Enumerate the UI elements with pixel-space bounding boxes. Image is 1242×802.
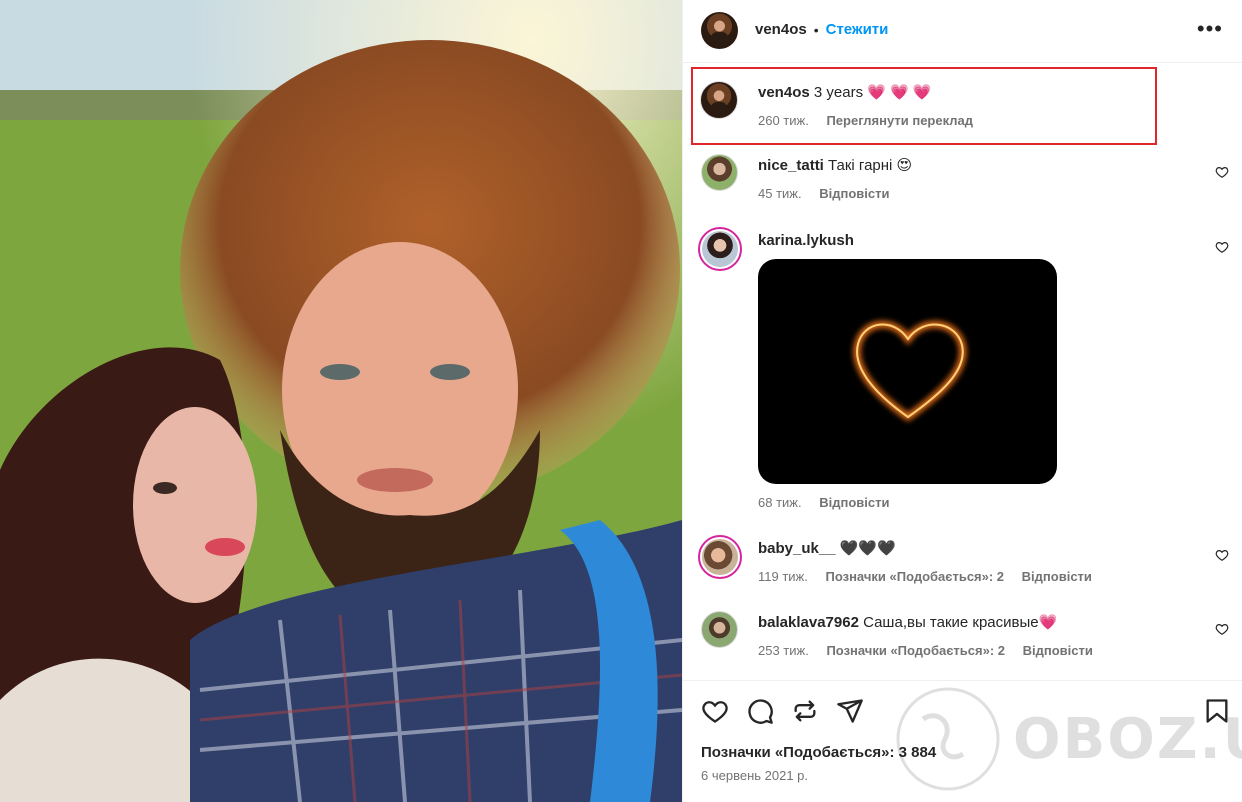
comment-time: 253 тиж. <box>758 643 809 658</box>
post-side-panel: ven4os • Стежити ••• ven4os 3 years 💗 💗 … <box>682 0 1242 802</box>
more-horizontal-icon[interactable]: ••• <box>1197 18 1223 40</box>
comment-username[interactable]: nice_tatti <box>758 157 824 174</box>
comment-username[interactable]: baby_uk__ <box>758 540 836 557</box>
share-send-icon[interactable] <box>836 697 864 725</box>
comment-avatar[interactable] <box>701 611 738 648</box>
comment-username[interactable]: balaklava7962 <box>758 614 859 631</box>
comment-time: 68 тиж. <box>758 495 802 510</box>
separator-dot: • <box>813 21 819 38</box>
caption-username[interactable]: ven4os <box>758 84 810 101</box>
reply-button[interactable]: Відповісти <box>1023 643 1093 658</box>
like-heart-icon[interactable] <box>1215 548 1229 562</box>
comment-text: 🖤🖤🖤 <box>839 540 896 557</box>
comment-likes-count[interactable]: Позначки «Подобається»: 2 <box>826 643 1005 658</box>
comment-avatar[interactable] <box>698 535 742 579</box>
watermark: OBOZ.UA <box>893 679 1242 799</box>
post-date[interactable]: 6 червень 2021 р. <box>701 768 808 783</box>
like-heart-icon[interactable] <box>1215 165 1229 179</box>
like-heart-icon[interactable] <box>701 697 729 725</box>
reply-button[interactable]: Відповісти <box>819 186 889 201</box>
watermark-text: OBOZ.UA <box>1013 707 1242 772</box>
see-translation-link[interactable]: Переглянути переклад <box>826 113 973 128</box>
comment-text: Саша,вы такие красивые💗 <box>863 614 1058 631</box>
comment-avatar[interactable] <box>698 227 742 271</box>
comment-likes-count[interactable]: Позначки «Подобається»: 2 <box>826 569 1005 584</box>
caption-highlight-box <box>691 67 1157 145</box>
post-photo[interactable] <box>0 0 682 802</box>
caption-text: 3 years 💗 💗 💗 <box>813 84 932 101</box>
caption-avatar[interactable] <box>700 81 738 119</box>
repost-icon[interactable] <box>791 697 819 725</box>
author-avatar[interactable] <box>701 12 738 49</box>
follow-button[interactable]: Стежити <box>826 21 889 38</box>
reply-button[interactable]: Відповісти <box>1022 569 1092 584</box>
comment-avatar[interactable] <box>701 154 738 191</box>
comment-username[interactable]: karina.lykush <box>758 232 854 249</box>
comment-bubble-icon[interactable] <box>746 697 774 725</box>
like-heart-icon[interactable] <box>1215 240 1229 254</box>
couple-selfie-image <box>0 0 682 802</box>
post-actions-bar: Позначки «Подобається»: 3 884 6 червень … <box>683 680 1242 802</box>
post-header: ven4os • Стежити ••• <box>683 0 1242 63</box>
comment-time: 119 тиж. <box>758 569 808 584</box>
reply-button[interactable]: Відповісти <box>819 495 889 510</box>
like-heart-icon[interactable] <box>1215 622 1229 636</box>
comment-text: Такі гарні 😍 <box>828 157 913 174</box>
globe-icon <box>896 687 1000 791</box>
comment-gif-heart[interactable] <box>758 259 1057 484</box>
fire-heart-icon <box>853 320 967 422</box>
comment-time: 45 тиж. <box>758 186 802 201</box>
author-username[interactable]: ven4os <box>755 21 807 38</box>
caption-time: 260 тиж. <box>758 113 809 128</box>
